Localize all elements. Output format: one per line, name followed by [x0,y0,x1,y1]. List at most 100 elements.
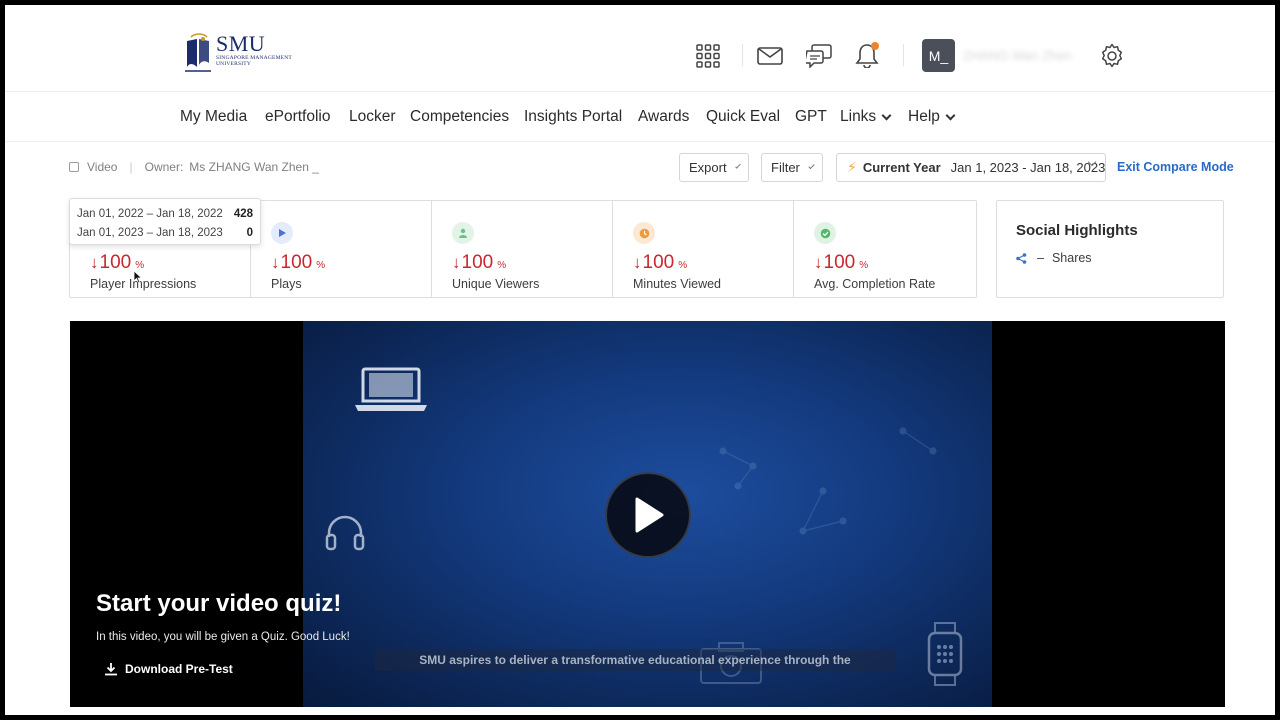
stat-value: ↓ 100 % [452,252,506,274]
nav-help[interactable]: Help [908,108,956,126]
shares-row: – Shares [1016,251,1092,265]
quiz-description: In this video, you will be given a Quiz.… [96,631,350,643]
nav-links-label: Links [840,108,877,125]
stat-unit: % [859,260,869,271]
stat-number: 100 [280,252,313,273]
logo-wordmark: SMU [216,31,266,56]
tooltip-row: Jan 01, 2022 – Jan 18, 2022 428 [77,204,253,223]
stat-value: ↓ 100 % [271,252,325,274]
stat-number: 100 [99,252,132,273]
stat-minutes-viewed[interactable]: ↓ 100 % Minutes Viewed [613,201,794,297]
chevron-down-icon [881,110,892,120]
tooltip-range: Jan 01, 2023 – Jan 18, 2023 [77,226,223,239]
stat-label: Avg. Completion Rate [814,277,936,291]
exit-compare-mode-link[interactable]: Exit Compare Mode [1117,160,1234,174]
export-dropdown[interactable]: Export [679,153,749,182]
filter-dropdown[interactable]: Filter [761,153,823,182]
nav-locker[interactable]: Locker [349,108,396,126]
download-pretest-button[interactable]: Download Pre-Test [104,662,233,676]
stat-unique-viewers[interactable]: ↓ 100 % Unique Viewers [432,201,613,297]
main-nav: My Media ePortfolio Locker Competencies … [5,92,1275,142]
down-arrow-icon: ↓ [633,253,642,272]
notification-dot [871,42,879,50]
stat-unit: % [678,260,688,271]
entry-type: Video [87,160,118,174]
apps-grid-icon[interactable] [694,42,722,70]
video-caption: SMU aspires to deliver a transformative … [375,649,895,671]
period-label: Current Year [862,160,941,175]
page-frame: SMU SINGAPORE MANAGEMENT UNIVERSITY M_ Z… [5,5,1275,715]
stat-value: ↓ 100 % [814,252,868,274]
nav-insights-portal[interactable]: Insights Portal [524,108,622,126]
header-divider [903,44,904,66]
tooltip-range: Jan 01, 2022 – Jan 18, 2022 [77,207,223,220]
chevron-down-icon [945,110,956,120]
tooltip-value: 428 [233,207,253,220]
stat-unit: % [316,260,326,271]
date-range-picker[interactable]: ⚡ Current Year Jan 1, 2023 - Jan 18, 202… [836,153,1106,182]
period-range: Jan 1, 2023 - Jan 18, 2023 [950,160,1106,175]
down-arrow-icon: ↓ [814,253,823,272]
nav-gpt[interactable]: GPT [795,108,827,126]
bolt-icon: ⚡ [847,159,857,175]
smu-logo[interactable]: SMU SINGAPORE MANAGEMENT UNIVERSITY [183,33,292,75]
nav-quick-eval[interactable]: Quick Eval [706,108,780,126]
down-arrow-icon: ↓ [452,253,461,272]
video-frame: SMU aspires to deliver a transformative … [303,321,992,707]
play-icon [635,497,664,533]
down-arrow-icon: ↓ [271,253,280,272]
header-divider [742,44,743,66]
nav-awards[interactable]: Awards [638,108,689,126]
play-button[interactable] [605,472,691,558]
stat-avg-completion-rate[interactable]: ↓ 100 % Avg. Completion Rate [794,201,975,297]
play-icon [271,222,293,244]
share-icon [1016,252,1027,264]
settings-icon[interactable] [1098,42,1126,70]
download-pretest-label: Download Pre-Test [125,662,233,676]
tooltip-value: 0 [246,226,253,239]
quiz-title: Start your video quiz! [96,590,342,617]
stat-label: Minutes Viewed [633,277,722,291]
nav-links[interactable]: Links [840,108,892,126]
stat-number: 100 [642,252,675,273]
stat-label: Plays [271,277,302,291]
bell-icon[interactable] [853,41,881,69]
check-icon [814,222,836,244]
tooltip-row: Jan 01, 2023 – Jan 18, 2023 0 [77,223,253,242]
network-pattern [719,427,937,535]
compare-tooltip: Jan 01, 2022 – Jan 18, 2022 428 Jan 01, … [69,198,261,245]
owner-label: Owner: [144,160,184,174]
clock-icon [633,222,655,244]
chevron-down-icon [734,162,741,169]
user-icon [452,222,474,244]
mail-icon[interactable] [756,42,784,70]
top-header: SMU SINGAPORE MANAGEMENT UNIVERSITY M_ Z… [5,5,1275,92]
avatar[interactable]: M_ [922,39,955,72]
crumb-separator: | [129,160,133,174]
shares-label: Shares [1051,251,1092,265]
video-icon [69,162,79,172]
stat-number: 100 [823,252,856,273]
stat-label: Player Impressions [90,277,197,291]
nav-competencies[interactable]: Competencies [410,108,509,126]
video-player[interactable]: SMU aspires to deliver a transformative … [70,321,1225,707]
logo-subtitle-2: UNIVERSITY [216,61,251,67]
social-highlights-card: Social Highlights – Shares [996,200,1224,298]
user-name[interactable]: ZHANG Wan Zhen [963,48,1072,63]
stat-value: ↓ 100 % [633,252,687,274]
down-arrow-icon: ↓ [90,253,99,272]
nav-my-media[interactable]: My Media [180,108,247,126]
export-label: Export [689,160,727,175]
laptop-icon [355,367,427,411]
headphones-icon [325,515,365,551]
chat-icon[interactable] [805,42,833,70]
stat-label: Unique Viewers [452,277,540,291]
smu-crest-icon [185,33,211,72]
mouse-cursor-icon [133,270,143,284]
stat-plays[interactable]: ↓ 100 % Plays [251,201,432,297]
shares-value: – [1037,251,1044,265]
nav-help-label: Help [908,108,940,125]
nav-eportfolio[interactable]: ePortfolio [265,108,330,126]
stat-unit: % [497,260,507,271]
breadcrumb: Video | Owner: Ms ZHANG Wan Zhen _ [69,160,319,174]
